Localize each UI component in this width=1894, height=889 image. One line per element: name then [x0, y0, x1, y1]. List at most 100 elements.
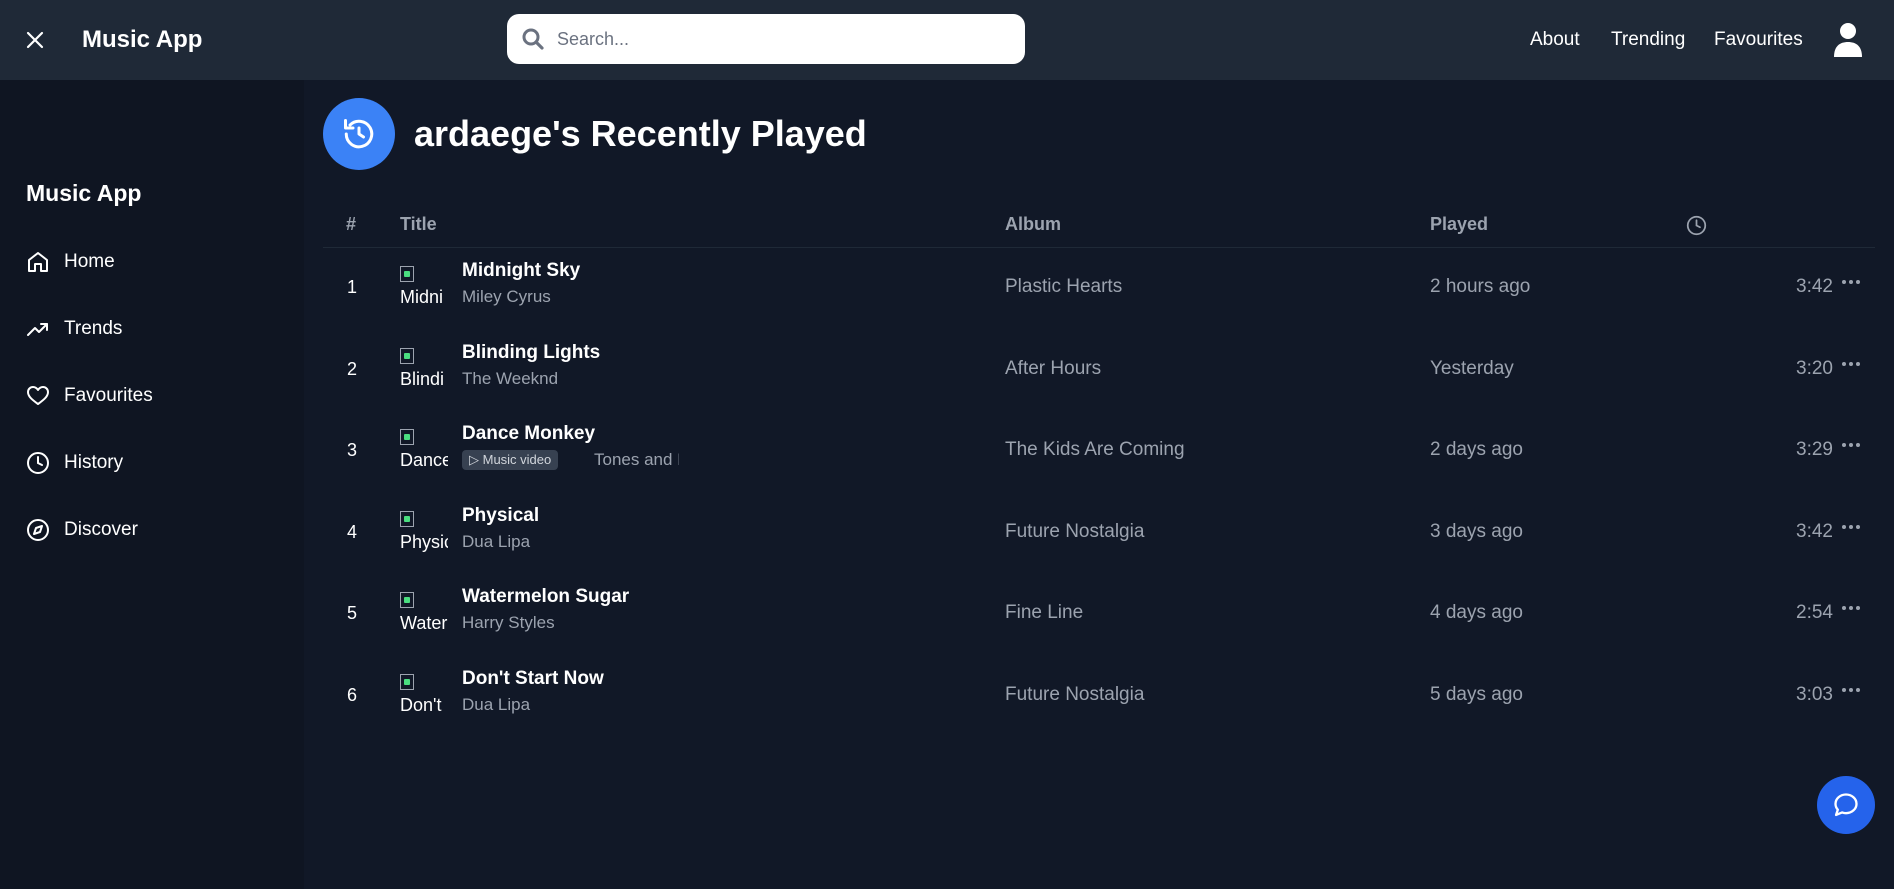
track-played: 2 days ago — [1430, 439, 1523, 460]
thumbnail-alt: Dance — [400, 450, 448, 470]
row-menu-button[interactable] — [1837, 352, 1865, 376]
thumbnail-alt: Blindi — [400, 369, 445, 389]
row-menu-button[interactable] — [1837, 270, 1865, 294]
table-header: # Title Album Played — [323, 202, 1875, 248]
chat-icon — [1834, 793, 1858, 817]
track-number: 5 — [346, 603, 357, 623]
track-number: 4 — [346, 522, 357, 542]
track-title[interactable]: Don't Start Now — [462, 667, 604, 691]
sidebar-item-label: Favourites — [64, 385, 153, 406]
track-album[interactable]: Plastic Hearts — [1005, 276, 1122, 298]
track-duration: 3:03 — [1796, 684, 1833, 705]
sidebar: Music App Home Trends Favourites History… — [0, 80, 304, 889]
more-horizontal-icon — [1842, 443, 1860, 447]
track-played: 4 days ago — [1430, 602, 1523, 623]
chat-button[interactable] — [1817, 776, 1875, 834]
thumbnail-alt: Don't — [400, 695, 442, 715]
more-horizontal-icon — [1842, 525, 1860, 529]
track-album[interactable]: After Hours — [1005, 358, 1101, 380]
more-horizontal-icon — [1842, 606, 1860, 610]
search-bar — [507, 14, 1025, 64]
track-artist[interactable]: Tones and I — [594, 449, 679, 471]
row-menu-button[interactable] — [1837, 678, 1865, 702]
nav-trending[interactable]: Trending — [1611, 28, 1685, 52]
row-menu-button[interactable] — [1837, 515, 1865, 539]
compass-icon — [26, 518, 50, 542]
sidebar-item-discover[interactable]: Discover — [26, 515, 276, 545]
row-menu-button[interactable] — [1837, 433, 1865, 457]
album-thumbnail: Physic — [400, 509, 448, 557]
track-album[interactable]: Future Nostalgia — [1005, 684, 1144, 706]
track-artist[interactable]: The Weeknd — [462, 368, 558, 390]
table-row[interactable]: 4 Physic Physical Dua Lipa Future Nostal… — [323, 493, 1875, 575]
thumbnail-alt: Midni — [400, 287, 444, 307]
track-title[interactable]: Physical — [462, 504, 539, 528]
search-input[interactable] — [557, 22, 1007, 56]
home-icon — [26, 250, 50, 274]
track-album[interactable]: Future Nostalgia — [1005, 521, 1144, 543]
track-duration: 3:42 — [1796, 276, 1833, 297]
top-bar: Music App About Trending Favourites — [0, 0, 1894, 80]
track-title[interactable]: Watermelon Sugar — [462, 585, 629, 609]
track-album[interactable]: The Kids Are Coming — [1005, 439, 1185, 461]
row-menu-button[interactable] — [1837, 596, 1865, 620]
sidebar-item-label: Home — [64, 251, 115, 272]
music-video-badge: ▷ Music video — [462, 450, 559, 470]
user-icon[interactable] — [1832, 22, 1864, 58]
more-horizontal-icon — [1842, 688, 1860, 692]
thumbnail-alt: Water — [400, 613, 448, 633]
album-thumbnail: Don't — [400, 672, 448, 720]
table-row[interactable]: 3 Dance Dance Monkey ▷ Music video Tones… — [323, 411, 1875, 493]
heart-icon — [26, 384, 50, 408]
sidebar-item-home[interactable]: Home — [26, 247, 276, 277]
column-played: Played — [1430, 214, 1489, 234]
close-button[interactable] — [22, 27, 48, 53]
sidebar-item-history[interactable]: History — [26, 448, 276, 478]
nav-favourites[interactable]: Favourites — [1714, 28, 1803, 52]
track-artist[interactable]: Dua Lipa — [462, 531, 530, 553]
sidebar-item-label: Discover — [64, 519, 138, 540]
track-title[interactable]: Midnight Sky — [462, 259, 580, 283]
column-number: # — [346, 214, 357, 234]
track-artist[interactable]: Harry Styles — [462, 612, 555, 634]
track-played: 3 days ago — [1430, 521, 1523, 542]
track-number: 2 — [346, 359, 357, 379]
track-title[interactable]: Dance Monkey — [462, 422, 595, 446]
table-row[interactable]: 6 Don't Don't Start Now Dua Lipa Future … — [323, 656, 1875, 738]
column-title: Title — [400, 214, 437, 234]
search-icon — [522, 28, 544, 50]
track-duration: 2:54 — [1796, 602, 1833, 623]
app-title: Music App — [82, 26, 203, 53]
nav-about[interactable]: About — [1530, 28, 1580, 52]
album-thumbnail: Blindi — [400, 346, 448, 394]
more-horizontal-icon — [1842, 280, 1860, 284]
main-content: ardaege's Recently Played # Title Album … — [304, 80, 1894, 889]
sidebar-item-favourites[interactable]: Favourites — [26, 381, 276, 411]
album-thumbnail: Midni — [400, 264, 448, 312]
clock-icon — [1686, 215, 1707, 236]
track-played: 2 hours ago — [1430, 276, 1531, 297]
close-icon — [26, 31, 44, 49]
track-artist[interactable]: Miley Cyrus — [462, 286, 551, 308]
sidebar-item-label: Trends — [64, 318, 123, 339]
track-number: 3 — [346, 440, 357, 460]
sidebar-item-label: History — [64, 452, 124, 473]
table-row[interactable]: 5 Water Watermelon Sugar Harry Styles Fi… — [323, 574, 1875, 656]
thumbnail-alt: Physic — [400, 532, 448, 552]
table-row[interactable]: 1 Midni Midnight Sky Miley Cyrus Plastic… — [323, 248, 1875, 330]
track-duration: 3:20 — [1796, 358, 1833, 379]
sidebar-item-trends[interactable]: Trends — [26, 314, 276, 344]
clock-icon — [26, 451, 50, 475]
album-thumbnail: Dance — [400, 427, 448, 475]
track-album[interactable]: Fine Line — [1005, 602, 1083, 624]
track-title[interactable]: Blinding Lights — [462, 341, 600, 365]
track-artist[interactable]: Dua Lipa — [462, 694, 530, 716]
table-row[interactable]: 2 Blindi Blinding Lights The Weeknd Afte… — [323, 330, 1875, 412]
track-number: 1 — [346, 277, 357, 297]
history-icon — [323, 98, 395, 170]
track-number: 6 — [346, 685, 357, 705]
trending-up-icon — [26, 317, 50, 341]
track-duration: 3:42 — [1796, 521, 1833, 542]
column-album: Album — [1005, 214, 1061, 234]
track-played: Yesterday — [1430, 358, 1514, 379]
